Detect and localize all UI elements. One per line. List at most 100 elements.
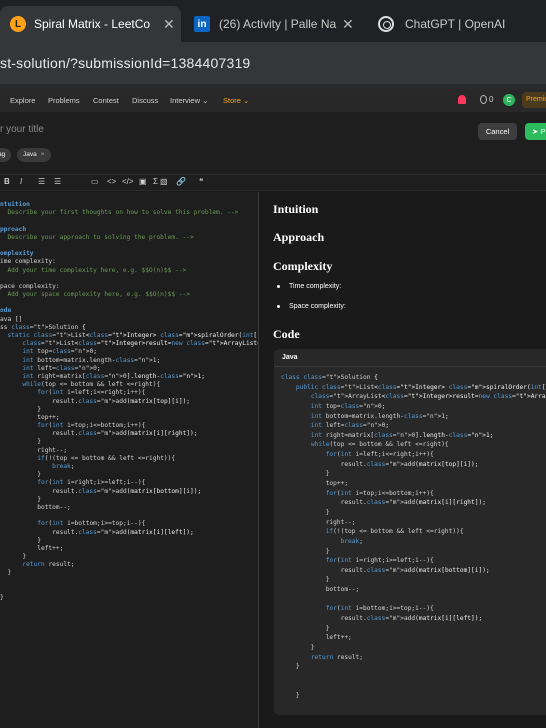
- markdown-line[interactable]: int bottom=matrix.length-class="n">1;: [0, 357, 258, 365]
- markdown-line[interactable]: result.class="m">add(matrix[i][right]);: [0, 430, 258, 438]
- markdown-line[interactable]: bottom--;: [0, 504, 258, 512]
- markdown-line[interactable]: pace complexity:: [0, 283, 258, 291]
- markdown-line[interactable]: [0, 217, 258, 225]
- nav-discuss[interactable]: Discuss: [132, 96, 158, 105]
- avatar[interactable]: C: [503, 94, 515, 106]
- code-line: }: [281, 470, 330, 478]
- markdown-line[interactable]: result.class="m">add(matrix[top][i]);: [0, 398, 258, 406]
- code-line: result.class="m">add(matrix[top][i]);: [281, 460, 479, 468]
- markdown-line[interactable]: while(top <= bottom && left <=right){: [0, 381, 258, 389]
- code-line: class class="t">Solution {: [281, 374, 378, 381]
- tab-leetcode[interactable]: L Spiral Matrix - LeetCo ✕: [0, 6, 181, 42]
- markdown-line[interactable]: break;: [0, 463, 258, 471]
- quote-icon[interactable]: ❝: [199, 177, 203, 186]
- markdown-line[interactable]: Add your space complexity here, e.g. $$O…: [0, 291, 258, 299]
- heading-approach: Approach: [273, 230, 325, 244]
- markdown-line[interactable]: }: [0, 438, 258, 446]
- table-icon[interactable]: ▣: [139, 177, 147, 186]
- markdown-line[interactable]: static class="t">List<class="t">Integer>…: [0, 332, 258, 340]
- markdown-line[interactable]: top++;: [0, 414, 258, 422]
- markdown-line[interactable]: ava []: [0, 316, 258, 324]
- code-line: bottom--;: [281, 586, 360, 594]
- premium-button[interactable]: Premiu: [522, 92, 546, 108]
- markdown-line[interactable]: ss class="t">Solution {: [0, 324, 258, 332]
- markdown-line[interactable]: }: [0, 537, 258, 545]
- markdown-line[interactable]: [0, 586, 258, 594]
- markdown-line[interactable]: class="t">List<class="t">Integer>result=…: [0, 340, 258, 348]
- bold-icon[interactable]: B: [4, 177, 10, 186]
- nav-contest[interactable]: Contest: [93, 96, 119, 105]
- markdown-line[interactable]: omplexity: [0, 250, 258, 258]
- markdown-line[interactable]: }: [0, 553, 258, 561]
- tab-linkedin[interactable]: in (26) Activity | Palle Na ✕: [186, 6, 362, 42]
- code-line: int left=class="n">0;: [310, 422, 390, 430]
- unordered-list-icon[interactable]: ☰: [54, 177, 61, 186]
- markdown-line[interactable]: [0, 578, 258, 586]
- url-text[interactable]: st-solution/?submissionId=1384407319: [0, 55, 250, 71]
- code-line: int bottom=matrix.length-class="n">1;: [310, 412, 449, 420]
- flame-icon[interactable]: [480, 95, 487, 104]
- tag-remove-icon[interactable]: ×: [41, 151, 45, 158]
- bell-icon[interactable]: [458, 95, 466, 104]
- markdown-line[interactable]: }: [0, 594, 258, 602]
- markdown-line[interactable]: pproach: [0, 226, 258, 234]
- math-icon[interactable]: Σ: [153, 177, 158, 186]
- markdown-line[interactable]: for(int i=left;i<=right;i++){: [0, 389, 258, 397]
- markdown-line[interactable]: for(int i=right;i>=left;i--){: [0, 479, 258, 487]
- tag-chip[interactable]: Java ×: [17, 148, 51, 162]
- markdown-line[interactable]: [0, 299, 258, 307]
- markdown-line[interactable]: }: [0, 569, 258, 577]
- markdown-line[interactable]: left++;: [0, 545, 258, 553]
- image-icon[interactable]: ▧: [160, 177, 168, 186]
- markdown-line[interactable]: return result;: [0, 561, 258, 569]
- link-icon[interactable]: 🔗: [176, 177, 186, 186]
- markdown-line[interactable]: }: [0, 496, 258, 504]
- markdown-source[interactable]: ntuition Describe your first thoughts on…: [0, 201, 258, 602]
- markdown-line[interactable]: [0, 512, 258, 520]
- nav-explore[interactable]: Explore: [10, 96, 35, 105]
- bullet-time-complexity: Time complexity:: [276, 283, 342, 290]
- markdown-line[interactable]: for(int i=bottom;i>=top;i--){: [0, 520, 258, 528]
- post-button[interactable]: ➤ P: [525, 123, 546, 140]
- post-label: P: [540, 127, 546, 136]
- markdown-line[interactable]: int left=class="n">0;: [0, 365, 258, 373]
- markdown-line[interactable]: result.class="m">add(matrix[bottom][i]);: [0, 488, 258, 496]
- nav-interview[interactable]: Interview ⌄: [170, 96, 208, 105]
- html-icon[interactable]: </>: [122, 177, 134, 186]
- markdown-line[interactable]: Add your time complexity here, e.g. $$O(…: [0, 267, 258, 275]
- markdown-line[interactable]: ime complexity:: [0, 258, 258, 266]
- markdown-line[interactable]: Describe your first thoughts on how to s…: [0, 209, 258, 217]
- leetcode-logo-icon: L: [10, 16, 26, 32]
- italic-icon[interactable]: I: [20, 177, 22, 186]
- close-tab-icon[interactable]: ✕: [163, 16, 175, 33]
- markdown-line[interactable]: if(!(top <= bottom && left <=right)){: [0, 455, 258, 463]
- markdown-editor[interactable]: ntuition Describe your first thoughts on…: [0, 192, 259, 728]
- nav-store[interactable]: Store ⌄: [223, 96, 249, 105]
- markdown-line[interactable]: int right=matrix[class="n">0].length-cla…: [0, 373, 258, 381]
- markdown-line[interactable]: int top=class="n">0;: [0, 348, 258, 356]
- markdown-line[interactable]: result.class="m">add(matrix[i][left]);: [0, 529, 258, 537]
- markdown-line[interactable]: }: [0, 471, 258, 479]
- heading-complexity: Complexity: [273, 259, 333, 273]
- address-bar[interactable]: st-solution/?submissionId=1384407319: [0, 42, 546, 84]
- tab-chatgpt[interactable]: ChatGPT | OpenAI: [366, 6, 546, 42]
- markdown-line[interactable]: for(int i=top;i<=bottom;i++){: [0, 422, 258, 430]
- ordered-list-icon[interactable]: ☰: [38, 177, 45, 186]
- nav-problems[interactable]: Problems: [48, 96, 80, 105]
- inline-code-icon[interactable]: <>: [107, 177, 116, 186]
- markdown-line[interactable]: [0, 275, 258, 283]
- send-icon: ➤: [532, 127, 539, 136]
- markdown-line[interactable]: [0, 242, 258, 250]
- markdown-line[interactable]: ode: [0, 307, 258, 315]
- tab-title: ChatGPT | OpenAI: [405, 17, 506, 31]
- code-block-icon[interactable]: ▭: [91, 177, 99, 186]
- markdown-line[interactable]: }: [0, 406, 258, 414]
- markdown-line[interactable]: Describe your approach to solving the pr…: [0, 234, 258, 242]
- code-line: class="t">ArrayList<class="t">Integer>re…: [310, 393, 546, 401]
- markdown-line[interactable]: right--;: [0, 447, 258, 455]
- title-input[interactable]: r your title: [0, 124, 44, 135]
- close-tab-icon[interactable]: ✕: [342, 16, 354, 33]
- cancel-button[interactable]: Cancel: [478, 123, 517, 140]
- markdown-line[interactable]: ntuition: [0, 201, 258, 209]
